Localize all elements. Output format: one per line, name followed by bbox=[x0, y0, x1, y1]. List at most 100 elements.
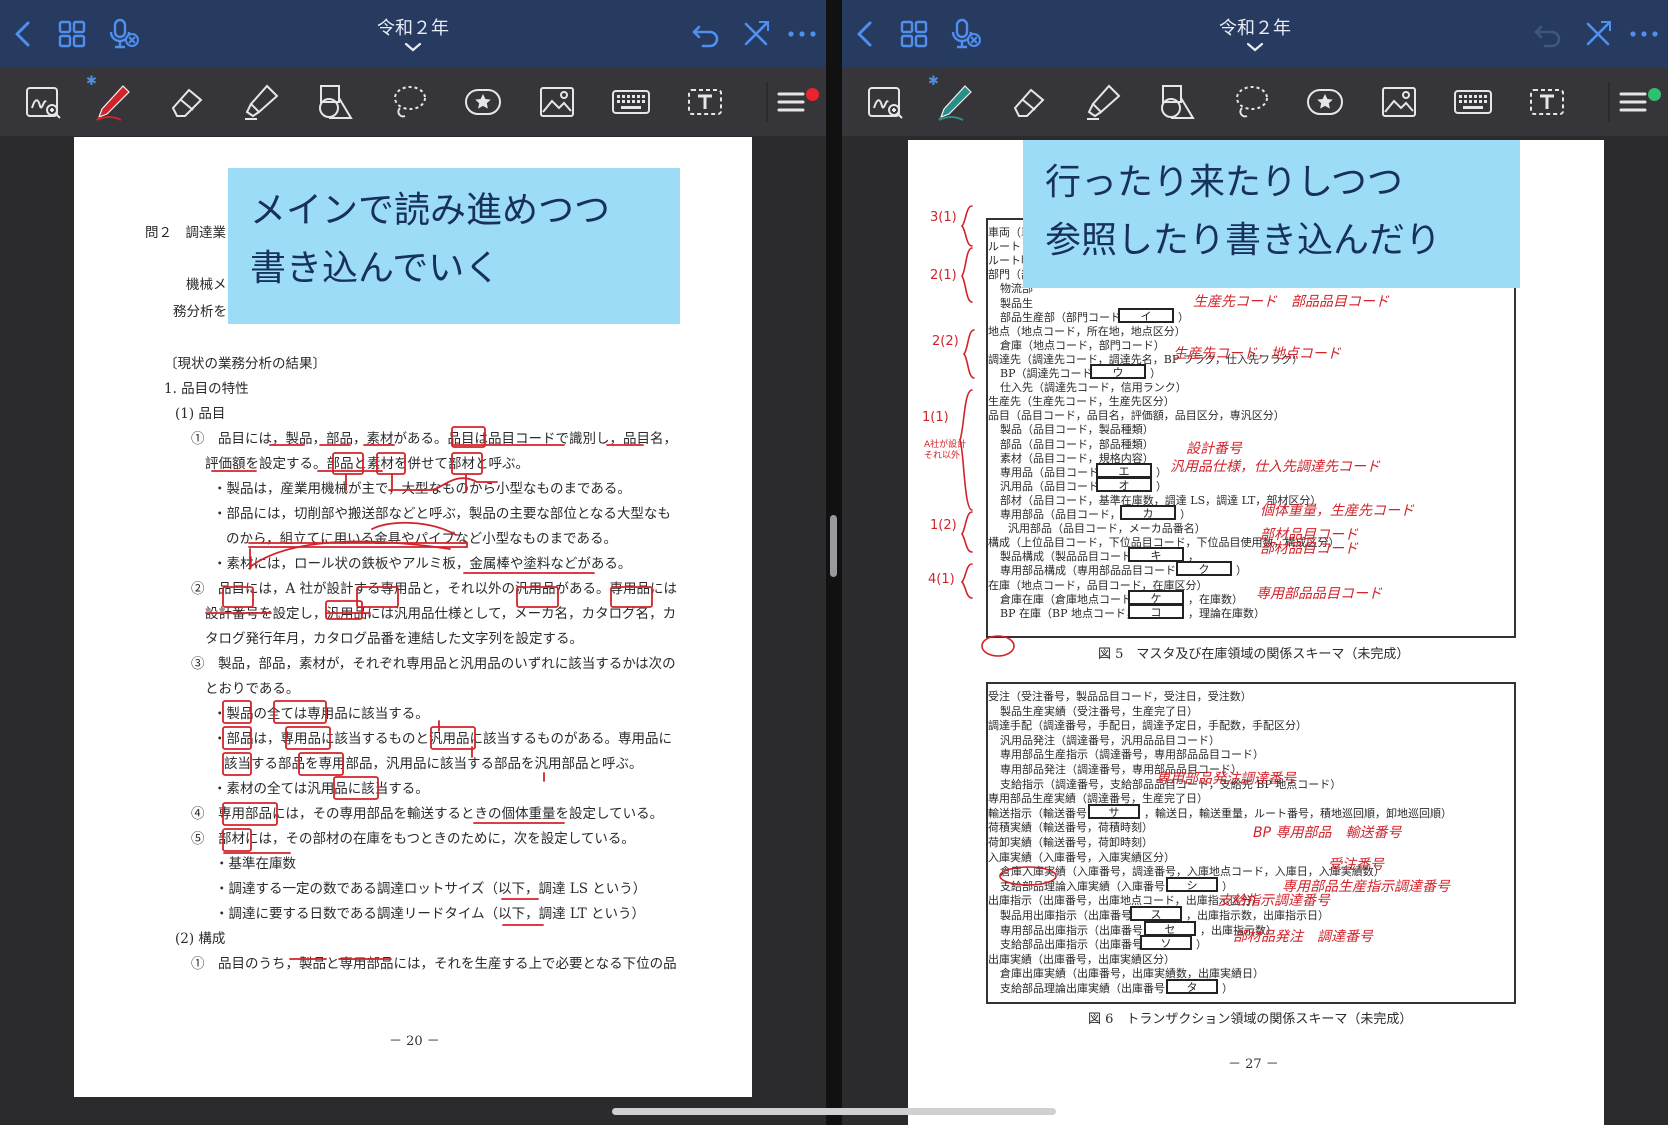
intro-text: 機械メ bbox=[186, 277, 227, 293]
zoom-write-icon[interactable] bbox=[862, 79, 908, 125]
navigation-bar: 令和２年 bbox=[0, 0, 826, 68]
body-line: ・基準在庫数 bbox=[215, 856, 296, 872]
blank-box: サ bbox=[1088, 803, 1140, 819]
blank-box: ソ bbox=[1140, 935, 1192, 951]
blank-box: コ bbox=[1128, 603, 1184, 619]
callout-line: メインで読み進めつつ bbox=[250, 190, 611, 231]
body-line: 設計番号を設定し，汎用品には汎用品仕様として，メーカ名，カタログ名，カ bbox=[205, 606, 677, 622]
schema-row-tail: ，輸送日，輸送重量，ルート番号，積地巡回順，卸地巡回順） bbox=[1144, 806, 1452, 820]
chevron-down-icon[interactable] bbox=[401, 40, 425, 54]
schema-row: 専用部品出庫指示（出庫番号， bbox=[1000, 923, 1154, 937]
body-line: ・素材の全ては汎用品に該当する。 bbox=[213, 781, 429, 797]
page-number: － 27 － bbox=[1228, 1057, 1279, 1072]
pen-tool-icon[interactable] bbox=[90, 79, 136, 125]
menu-lines-icon[interactable] bbox=[770, 79, 816, 125]
document-page[interactable]: 車両（車 ルート（ ルート明 部門（部 物流部 製品生 部品生産部（部門コード，イ）地点（地… bbox=[908, 140, 1604, 1125]
body-line: タログ発行年月，カタログ品番を連結した文字列を設定する。 bbox=[205, 631, 583, 647]
ink-note: 専用部品発注調達番号 bbox=[1156, 771, 1296, 787]
zoom-write-icon[interactable] bbox=[20, 79, 66, 125]
chevron-down-icon[interactable] bbox=[1243, 40, 1267, 54]
schema-row: 入庫実績（入庫番号，入庫実績区分） bbox=[988, 850, 1175, 864]
schema-row-tail: ，理論在庫数） bbox=[1188, 606, 1265, 620]
left-split-pane[interactable]: 令和２年 ✱ 問２ 調達業 機械メ 務分析を 〔現状の業務分析の結果〕 1. 品… bbox=[0, 0, 826, 1125]
ink-note: 生産先コード 部品品目コード bbox=[1193, 294, 1389, 310]
grid-view-icon[interactable] bbox=[894, 14, 934, 54]
back-chevron-icon[interactable] bbox=[4, 14, 44, 54]
blank-box: エ bbox=[1096, 462, 1152, 478]
navigation-bar: 令和２年 bbox=[842, 0, 1668, 68]
blank-box: シ bbox=[1166, 876, 1218, 892]
grid-view-icon[interactable] bbox=[52, 14, 92, 54]
status-dot bbox=[1648, 88, 1661, 101]
schema-row: 専用部品生産指示（調達番号，専用部品品目コード） bbox=[1000, 748, 1264, 762]
schema-row-tail: ） bbox=[1236, 564, 1247, 578]
keyboard-icon[interactable] bbox=[1450, 79, 1496, 125]
text-box-icon[interactable] bbox=[1524, 79, 1570, 125]
keyboard-icon[interactable] bbox=[608, 79, 654, 125]
margin-note: 4(1) bbox=[928, 572, 955, 587]
section-heading: 〔現状の業務分析の結果〕 bbox=[164, 356, 326, 372]
callout-note: 行ったり来たりしつつ 参照したり書き込んだり bbox=[1023, 140, 1520, 288]
callout-line: 行ったり来たりしつつ bbox=[1045, 162, 1403, 203]
image-icon[interactable] bbox=[1376, 79, 1422, 125]
pen-tool-icon[interactable] bbox=[932, 79, 978, 125]
margin-note: 3(1) bbox=[930, 210, 957, 225]
sticker-icon[interactable] bbox=[1302, 79, 1348, 125]
shape-tool-icon[interactable] bbox=[312, 79, 358, 125]
undo-icon[interactable] bbox=[686, 14, 726, 54]
blank-box: ク bbox=[1176, 561, 1232, 577]
body-line: のから，組立てに用いる金具やパイプなど小型なものまである。 bbox=[226, 531, 617, 547]
ink-note: 汎用品仕様，仕入先調達先コード bbox=[1170, 459, 1380, 475]
schema-row: BP 在庫（BP 地点コード， bbox=[1000, 606, 1137, 620]
callout-line: 書き込んでいく bbox=[250, 248, 501, 289]
image-icon[interactable] bbox=[534, 79, 580, 125]
text-box-icon[interactable] bbox=[682, 79, 728, 125]
body-line: (2) 構成 bbox=[175, 931, 226, 947]
body-line: ・製品の全ては専用品に該当する。 bbox=[213, 706, 429, 722]
close-edit-icon[interactable] bbox=[1578, 14, 1618, 54]
document-title[interactable]: 令和２年 bbox=[1155, 14, 1355, 40]
close-edit-icon[interactable] bbox=[736, 14, 776, 54]
more-icon[interactable] bbox=[1624, 14, 1664, 54]
more-icon[interactable] bbox=[782, 14, 822, 54]
lasso-icon[interactable] bbox=[1228, 79, 1274, 125]
back-chevron-icon[interactable] bbox=[846, 14, 886, 54]
mic-off-icon[interactable] bbox=[946, 14, 986, 54]
question-heading: 問２ 調達業 bbox=[145, 225, 226, 241]
ink-note: 専用部品品目コード bbox=[1256, 586, 1382, 602]
blank-box: オ bbox=[1096, 476, 1152, 492]
menu-lines-icon[interactable] bbox=[1612, 79, 1658, 125]
schema-row: 製品用出庫指示（出庫番号， bbox=[1000, 909, 1143, 922]
shape-tool-icon[interactable] bbox=[1154, 79, 1200, 125]
schema-row: 支給部品出庫指示（出庫番号， bbox=[1000, 938, 1154, 952]
eraser-icon[interactable] bbox=[1006, 79, 1052, 125]
eraser-icon[interactable] bbox=[164, 79, 210, 125]
sticker-icon[interactable] bbox=[460, 79, 506, 125]
margin-note: 2(2) bbox=[932, 334, 959, 349]
body-line: ・部品は，専用品に該当するものと汎用品に該当するものがある。専用品に bbox=[213, 731, 672, 747]
right-split-pane[interactable]: 令和２年 ✱ 車両（車 ルート（ ルート明 部門（部 物流部 製品生 部品生産部… bbox=[842, 0, 1668, 1125]
lasso-icon[interactable] bbox=[386, 79, 432, 125]
tool-bar: ✱ bbox=[842, 68, 1668, 136]
body-line: ③ 製品，部品，素材が，それぞれ専用品と汎用品のいずれに該当するかは次の bbox=[191, 656, 676, 672]
status-dot bbox=[806, 88, 819, 101]
tool-bar: ✱ bbox=[0, 68, 826, 136]
highlighter-icon[interactable] bbox=[1080, 79, 1126, 125]
undo-icon[interactable] bbox=[1528, 14, 1568, 54]
document-page[interactable]: 問２ 調達業 機械メ 務分析を 〔現状の業務分析の結果〕 1. 品目の特性 (1)… bbox=[74, 137, 752, 1097]
split-view-handle[interactable] bbox=[830, 515, 837, 577]
mic-off-icon[interactable] bbox=[104, 14, 144, 54]
ink-note: 個体重量，生産先コード bbox=[1260, 503, 1414, 519]
ink-note: 支給指示調達番号 bbox=[1218, 893, 1330, 909]
blank-box: キ bbox=[1128, 547, 1184, 563]
margin-note: 2(1) bbox=[930, 268, 957, 283]
margin-note: 1(2) bbox=[930, 518, 957, 533]
home-indicator[interactable] bbox=[612, 1108, 1056, 1115]
margin-note: 1(1) bbox=[922, 410, 949, 425]
figure6-caption: 図 6 トランザクション領域の関係スキーマ（未完成） bbox=[1088, 1012, 1413, 1027]
highlighter-icon[interactable] bbox=[238, 79, 284, 125]
document-title[interactable]: 令和２年 bbox=[313, 14, 513, 40]
ink-note: BP 専用部品 輸送番号 bbox=[1253, 825, 1402, 841]
callout-line: 参照したり書き込んだり bbox=[1045, 220, 1442, 261]
schema-row: 支給部品理論入庫実績（入庫番号， bbox=[1000, 879, 1176, 893]
